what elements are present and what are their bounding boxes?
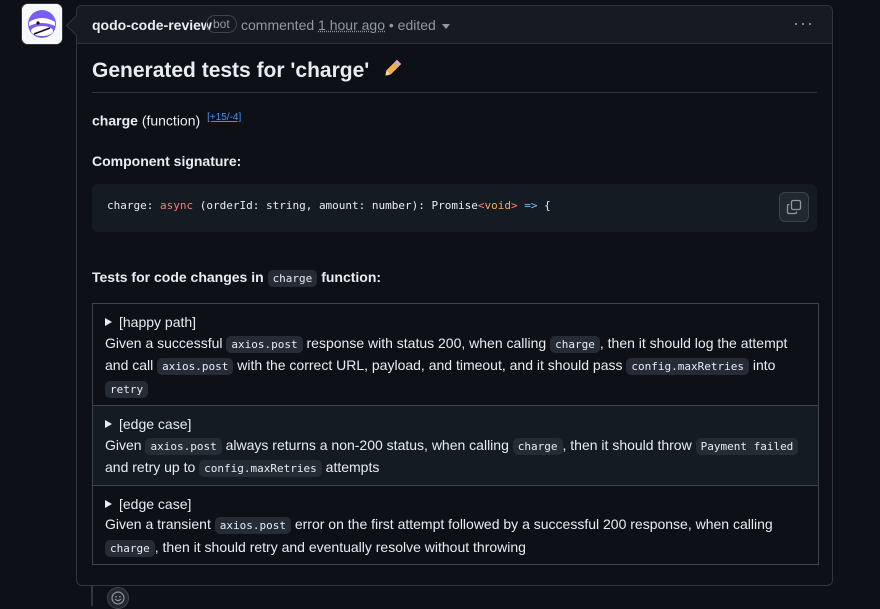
author-link[interactable]: qodo-code-review	[92, 17, 212, 33]
test-summary[interactable]: [edge case]	[105, 414, 806, 435]
inline-code: axios.post	[214, 517, 291, 534]
title-text: Generated tests for 'charge'	[92, 59, 370, 82]
inline-code: axios.post	[145, 437, 222, 455]
smiley-icon	[111, 591, 125, 605]
test-row: [edge case] Given axios.post always retu…	[93, 406, 818, 486]
comment-timestamp[interactable]: 1 hour ago	[318, 17, 385, 33]
signature-code: charge: async (orderId: string, amount: …	[107, 199, 551, 212]
copy-icon	[786, 199, 802, 215]
comment-title: Generated tests for 'charge'	[92, 58, 817, 93]
triangle-right-icon	[105, 318, 112, 327]
qodo-logo-icon	[22, 4, 62, 44]
test-tag: [happy path]	[119, 314, 197, 330]
copy-button[interactable]	[779, 192, 809, 222]
comment-header: qodo-code-review bot commented 1 hour ag…	[77, 6, 832, 44]
test-summary[interactable]: [edge case]	[105, 494, 806, 515]
diff-link[interactable]: [+15/-4]	[207, 112, 241, 123]
inline-code: charge	[105, 539, 155, 557]
test-row: [edge case] Given a transient axios.post…	[93, 486, 818, 565]
inline-code: config.maxRetries	[626, 358, 749, 375]
inline-code: retry	[105, 380, 149, 398]
test-tag: [edge case]	[119, 495, 192, 512]
inline-code: axios.post	[226, 335, 303, 353]
inline-code: charge	[512, 437, 563, 455]
avatar[interactable]	[22, 4, 62, 44]
test-summary[interactable]: [happy path]	[105, 312, 806, 333]
triangle-right-icon	[105, 499, 112, 508]
comment-action: commented	[241, 17, 315, 33]
inline-code: config.maxRetries	[199, 460, 322, 477]
inline-code: axios.post	[157, 358, 234, 375]
test-row: [happy path] Given a successful axios.po…	[93, 304, 818, 406]
function-line: charge (function) [+15/-4]	[92, 112, 241, 129]
edited-label: • edited	[388, 17, 436, 33]
caret-down-icon	[441, 23, 450, 29]
comment-box: qodo-code-review bot commented 1 hour ag…	[76, 5, 833, 609]
signature-label: Component signature:	[92, 153, 242, 169]
test-description: Given a transient axios.post error on th…	[105, 516, 773, 557]
test-tag: [edge case]	[119, 416, 192, 432]
timeline-line	[91, 586, 93, 606]
bot-badge: bot	[206, 15, 237, 33]
test-description: Given a successful axios.post response w…	[105, 334, 788, 398]
add-reaction-button[interactable]	[107, 587, 129, 609]
code-block: charge: async (orderId: string, amount: …	[92, 184, 817, 232]
function-kind: (function)	[141, 112, 201, 129]
tests-table: [happy path] Given a successful axios.po…	[92, 303, 819, 565]
comment-meta: commented 1 hour ago • edited	[241, 17, 450, 33]
inline-code: charge	[267, 270, 318, 287]
inline-code: Payment failed	[695, 437, 799, 455]
triangle-right-icon	[105, 420, 112, 429]
kebab-horizontal-icon[interactable]: ···	[793, 14, 814, 32]
edited-dropdown[interactable]: • edited	[389, 17, 450, 33]
pencil-icon	[385, 59, 402, 77]
inline-code: charge	[550, 335, 600, 353]
function-name: charge	[92, 112, 138, 129]
test-description: Given axios.post always returns a non-20…	[105, 435, 806, 480]
tests-label: Tests for code changes in charge functio…	[92, 269, 382, 287]
